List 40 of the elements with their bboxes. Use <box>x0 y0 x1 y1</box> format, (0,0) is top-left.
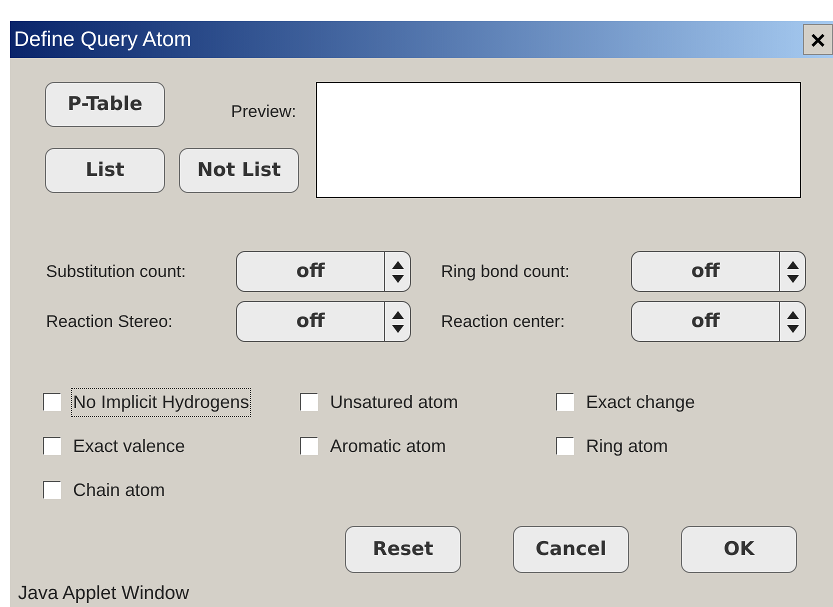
spinner-label: Reaction center: <box>441 310 566 333</box>
spinner-field[interactable]: off <box>631 301 806 342</box>
spinner-field[interactable]: off <box>236 251 411 292</box>
spinner-label: Ring bond count: <box>441 260 571 283</box>
up-arrow-icon[interactable] <box>786 310 798 318</box>
window-title: Define Query Atom <box>14 26 192 53</box>
down-arrow-icon[interactable] <box>786 274 798 282</box>
checkbox[interactable] <box>43 481 61 499</box>
up-arrow-icon[interactable] <box>392 310 404 318</box>
checkbox[interactable] <box>556 393 574 411</box>
up-arrow-icon[interactable] <box>392 260 404 268</box>
dialog-button[interactable]: Reset <box>345 526 461 573</box>
spinner-field[interactable]: off <box>236 301 411 342</box>
checkbox-label: Chain atom <box>72 478 166 502</box>
checkbox-label: Exact valence <box>72 434 186 458</box>
checkbox-label: Ring atom <box>585 434 670 458</box>
dialog-button[interactable]: Cancel <box>513 526 629 573</box>
checkbox[interactable] <box>43 437 61 455</box>
down-arrow-icon[interactable] <box>786 324 798 332</box>
spinner-field[interactable]: off <box>631 251 806 292</box>
up-arrow-icon[interactable] <box>786 260 798 268</box>
down-arrow-icon[interactable] <box>392 324 404 332</box>
dialog-button[interactable]: P-Table <box>45 82 165 127</box>
close-button[interactable]: × <box>803 24 833 55</box>
checkbox[interactable] <box>300 437 318 455</box>
checkbox[interactable] <box>556 437 574 455</box>
checkbox[interactable] <box>300 393 318 411</box>
checkbox-label: Exact change <box>585 390 696 414</box>
checkbox-label: No Implicit Hydrogens <box>71 388 252 416</box>
dialog-button[interactable]: Not List <box>179 148 299 193</box>
spinner-label: Reaction Stereo: <box>46 310 174 333</box>
checkbox-label: Aromatic atom <box>329 434 448 458</box>
checkbox[interactable] <box>43 393 61 411</box>
status-text: Java Applet Window <box>18 583 190 604</box>
checkbox-label: Unsatured atom <box>329 390 460 414</box>
dialog-button[interactable]: List <box>45 148 165 193</box>
dialog-button[interactable]: OK <box>681 526 797 573</box>
spinner-label: Substitution count: <box>46 260 187 283</box>
down-arrow-icon[interactable] <box>392 274 404 282</box>
preview-label: Preview: <box>231 102 296 122</box>
